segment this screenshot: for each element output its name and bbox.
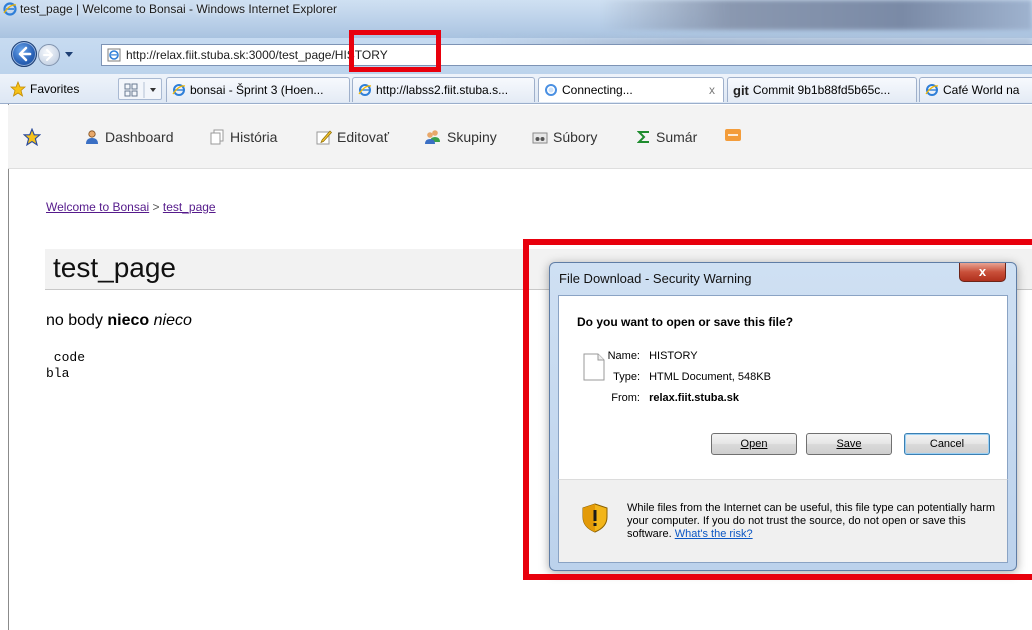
code-block: code bla bbox=[46, 350, 85, 382]
toolbar-label: Dashboard bbox=[105, 129, 174, 145]
favorites-label: Favorites bbox=[30, 82, 80, 96]
breadcrumb: Welcome to Bonsai > test_page bbox=[46, 200, 216, 214]
tab-close-button[interactable]: x bbox=[709, 83, 715, 97]
toolbar-label: Sumár bbox=[656, 129, 698, 145]
url-highlight-box bbox=[349, 30, 441, 72]
code-line: bla bbox=[46, 366, 70, 381]
toolbar-historia[interactable]: História bbox=[209, 129, 277, 145]
page-favicon-icon bbox=[107, 48, 121, 62]
back-button[interactable] bbox=[11, 41, 37, 67]
toolbar-label: História bbox=[230, 129, 278, 145]
window-title-bar: test_page | Welcome to Bonsai - Windows … bbox=[0, 0, 1032, 38]
window-title: test_page | Welcome to Bonsai - Windows … bbox=[20, 2, 338, 16]
ie-page-icon bbox=[172, 84, 186, 96]
loading-icon bbox=[545, 84, 557, 96]
toolbar-label: Skupiny bbox=[447, 129, 497, 145]
favorites-star-icon bbox=[10, 81, 26, 97]
window-frame bbox=[0, 104, 8, 630]
toolbar-editovat[interactable]: Editovať bbox=[316, 129, 389, 145]
breadcrumb-current-link[interactable]: test_page bbox=[163, 200, 216, 214]
tab-git-commit[interactable]: git Commit 9b1b88fd5b65c... bbox=[727, 77, 917, 102]
group-icon bbox=[425, 130, 440, 144]
pencil-icon bbox=[316, 130, 332, 145]
toolbar-dashboard[interactable]: Dashboard bbox=[84, 129, 174, 145]
quick-tabs-icon bbox=[124, 82, 156, 98]
recent-pages-dropdown-icon[interactable] bbox=[63, 48, 75, 60]
toolbar-skupiny[interactable]: Skupiny bbox=[424, 129, 497, 145]
breadcrumb-separator: > bbox=[152, 200, 160, 214]
toolbar-label: Súbory bbox=[553, 129, 598, 145]
ie-page-icon bbox=[925, 84, 939, 96]
history-icon bbox=[210, 129, 224, 145]
toolbar-sumar[interactable]: Sumár bbox=[637, 129, 697, 145]
tab-labss2[interactable]: http://labss2.fiit.stuba.s... bbox=[352, 77, 535, 102]
quick-tabs-button[interactable] bbox=[118, 78, 162, 100]
page-toolbar: Dashboard História Editovať Skupiny Súbo… bbox=[8, 105, 1032, 169]
body-italic-text: nieco bbox=[153, 312, 192, 329]
toolbar-subory[interactable]: Súbory bbox=[532, 129, 597, 145]
page-title: test_page bbox=[53, 252, 176, 283]
tab-bonsai[interactable]: bonsai - Šprint 3 (Hoen... bbox=[166, 77, 350, 102]
tab-label: http://labss2.fiit.stuba.s... bbox=[376, 83, 509, 97]
code-line: code bbox=[46, 350, 86, 365]
body-bold-text: nieco bbox=[107, 312, 150, 329]
dialog-highlight-box bbox=[523, 239, 1032, 580]
tab-connecting[interactable]: Connecting... x bbox=[538, 77, 724, 102]
user-icon bbox=[86, 130, 98, 144]
forward-arrow-icon bbox=[43, 49, 53, 61]
favorites-button[interactable]: Favorites bbox=[4, 78, 104, 100]
tab-label: Connecting... bbox=[562, 83, 633, 97]
address-bar[interactable]: http://relax.fiit.stuba.sk:3000/test_pag… bbox=[101, 44, 1032, 66]
toolbar-label: Editovať bbox=[337, 129, 389, 145]
ie-icon bbox=[3, 2, 17, 16]
page-body-text: no body nieco nieco bbox=[46, 312, 192, 330]
tab-label: Commit 9b1b88fd5b65c... bbox=[752, 83, 891, 97]
git-icon: git bbox=[733, 82, 749, 98]
tab-label: Café World na bbox=[943, 83, 1020, 97]
tab-bar: Favorites bonsai - Šprint 3 (Hoen... htt… bbox=[0, 74, 1032, 104]
back-arrow-icon bbox=[18, 46, 32, 62]
toolbar-rss[interactable] bbox=[725, 129, 741, 141]
tab-cafe-world[interactable]: Café World na bbox=[919, 77, 1032, 102]
forward-button[interactable] bbox=[38, 44, 60, 66]
ie-page-icon bbox=[358, 84, 372, 96]
sigma-icon bbox=[637, 131, 649, 143]
files-icon bbox=[532, 132, 548, 144]
star-icon[interactable] bbox=[23, 128, 41, 146]
body-plain-text: no body bbox=[46, 312, 103, 329]
blurred-region bbox=[600, 0, 1032, 30]
rss-icon bbox=[725, 129, 741, 141]
tab-label: bonsai - Šprint 3 (Hoen... bbox=[190, 83, 324, 97]
breadcrumb-root-link[interactable]: Welcome to Bonsai bbox=[46, 200, 149, 214]
